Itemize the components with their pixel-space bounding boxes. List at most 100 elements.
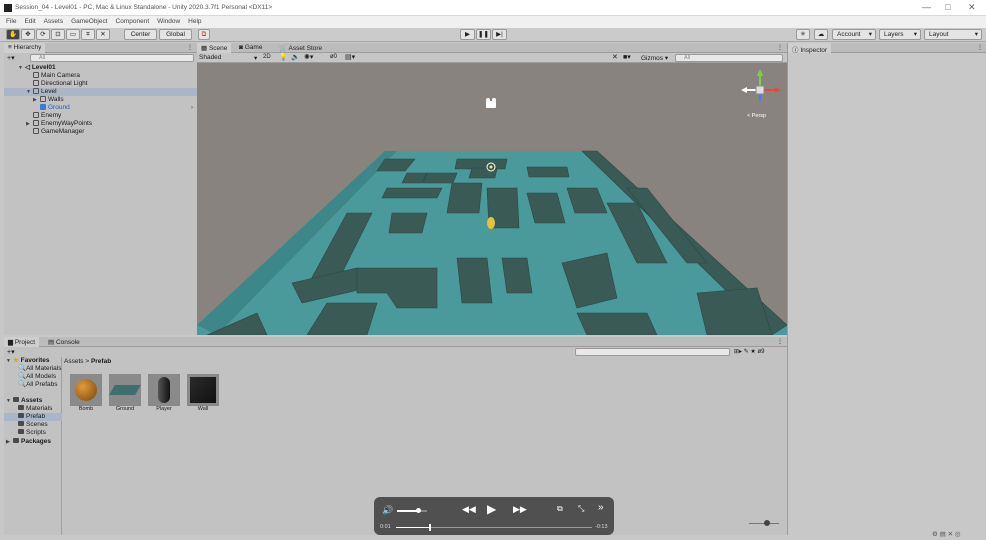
favorites-row[interactable]: ▼ ★ Favorites [6, 357, 50, 365]
hierarchy-item-level[interactable]: ▼ Level [4, 88, 197, 96]
asset-tile-wall[interactable]: Wall [187, 374, 223, 412]
cloud-button[interactable]: ☁ [814, 29, 828, 40]
panel-menu-icon[interactable]: ⋮ [777, 338, 783, 345]
effects-toggle[interactable]: ✺▾ [304, 53, 313, 61]
tab-scene[interactable]: ▦ Scene [197, 43, 232, 53]
rect-tool-button[interactable]: ▭ [66, 29, 80, 40]
tab-inspector[interactable]: ⓘ Inspector [788, 43, 832, 54]
thumbnail-size-slider-handle[interactable] [764, 520, 770, 526]
menu-component[interactable]: Component [116, 18, 150, 25]
project-create-button[interactable]: +▾ [7, 348, 15, 356]
menu-edit[interactable]: Edit [24, 18, 35, 25]
scene-tools-button[interactable]: ✕ [612, 53, 618, 61]
custom-tool-button[interactable]: ✕ [96, 29, 110, 40]
layers-dropdown[interactable]: Layers ▾ [879, 29, 921, 40]
menu-help[interactable]: Help [188, 18, 201, 25]
visibility-toggle[interactable]: ø0 [330, 54, 337, 60]
asset-tile-player[interactable]: Player [148, 374, 184, 412]
lighting-toggle[interactable]: 💡 [279, 53, 288, 61]
minimize-button[interactable]: — [922, 2, 931, 12]
tab-game[interactable]: ◙ Game [235, 43, 266, 53]
play-button[interactable]: ▶ [460, 29, 475, 40]
menu-gameobject[interactable]: GameObject [71, 18, 108, 25]
pause-button[interactable]: ❚❚ [476, 29, 491, 40]
asset-tile-ground[interactable]: Ground [109, 374, 145, 412]
asset-tile-bomb[interactable]: Bomb [70, 374, 106, 412]
create-button[interactable]: +▾ [7, 54, 15, 62]
move-tool-button[interactable]: ✥ [21, 29, 35, 40]
chevron-right-icon[interactable]: › [191, 104, 193, 112]
account-dropdown[interactable]: Account ▾ [832, 29, 876, 40]
panel-menu-icon[interactable]: ⋮ [977, 44, 983, 51]
collapse-icon[interactable]: ⤡ [578, 504, 584, 514]
volume-slider-handle[interactable] [416, 508, 421, 513]
transform-tool-button[interactable]: ⌗ [81, 29, 95, 40]
favorite-all-models[interactable]: 🔍All Models [18, 373, 56, 381]
camera-settings-button[interactable]: ▤▾ [345, 53, 355, 61]
hierarchy-search-input[interactable]: All [30, 54, 194, 62]
hierarchy-item-directional-light[interactable]: Directional Light [33, 80, 88, 88]
menu-assets[interactable]: Assets [44, 18, 64, 25]
step-button[interactable]: ▶| [492, 29, 507, 40]
breadcrumb-prefab[interactable]: Prefab [91, 358, 111, 365]
folder-scripts[interactable]: Scripts [18, 429, 46, 437]
progress-scrubber[interactable] [429, 524, 431, 531]
panel-menu-icon[interactable]: ⋮ [187, 44, 193, 51]
menu-file[interactable]: File [6, 18, 16, 25]
filter-type-icon[interactable]: ⊞▸ [734, 349, 742, 355]
tools-icon[interactable]: ✕ [948, 531, 953, 538]
snap-button[interactable]: ⧉ [198, 29, 210, 40]
play-icon[interactable]: ▶ [487, 502, 496, 516]
hierarchy-item-enemywaypoints[interactable]: ▶ EnemyWayPoints [26, 120, 92, 128]
hierarchy-item-walls[interactable]: ▶ Walls [33, 96, 64, 104]
hierarchy-item-enemy[interactable]: Enemy [33, 112, 61, 120]
hierarchy-item-main-camera[interactable]: Main Camera [33, 72, 80, 80]
scene-search-input[interactable]: All [675, 54, 783, 62]
more-icon[interactable]: » [598, 502, 604, 513]
fast-forward-icon[interactable]: ▶▶ [513, 504, 527, 515]
settings-icon[interactable]: ◎ [955, 531, 961, 538]
breadcrumb-assets[interactable]: Assets [64, 358, 84, 365]
layout-label: Layout [929, 31, 949, 38]
hierarchy-item-ground[interactable]: Ground › [40, 104, 197, 112]
space-toggle-button[interactable]: Global [159, 29, 192, 40]
list-icon[interactable]: ▤ [940, 531, 946, 538]
folder-scenes[interactable]: Scenes [18, 421, 48, 429]
picture-in-picture-icon[interactable]: ⧉ [557, 504, 563, 514]
scene-viewport[interactable]: < Persp [197, 63, 787, 335]
collab-button[interactable]: ✳ [796, 29, 810, 40]
favorite-all-prefabs[interactable]: 🔍All Prefabs [18, 381, 58, 389]
shading-mode-dropdown[interactable]: Shaded ▾ [199, 54, 259, 62]
tab-project[interactable]: ▆ Project [4, 337, 40, 347]
pivot-toggle-button[interactable]: Center [124, 29, 157, 40]
favorite-star-icon[interactable]: ★ [750, 349, 755, 355]
audio-toggle[interactable]: 🔈 [291, 53, 300, 61]
layout-dropdown[interactable]: Layout ▾ [924, 29, 982, 40]
close-button[interactable]: ✕ [968, 2, 976, 13]
tab-console[interactable]: ▤ Console [44, 337, 84, 347]
folder-prefab[interactable]: Prefab [4, 413, 62, 421]
folder-materials[interactable]: Materials [18, 405, 52, 413]
rotate-tool-button[interactable]: ⟳ [36, 29, 50, 40]
scene-root-row[interactable]: ▼ ◁ Level01 [18, 64, 197, 72]
volume-icon[interactable]: 🔊 [382, 505, 393, 516]
filter-label-icon[interactable]: ✎ [744, 349, 749, 355]
hand-tool-button[interactable]: ✋ [6, 29, 20, 40]
panel-menu-icon[interactable]: ⋮ [777, 44, 783, 51]
persp-label[interactable]: < Persp [747, 113, 766, 119]
tab-asset-store[interactable]: 🛒 Asset Store [275, 43, 326, 53]
project-search-input[interactable] [575, 348, 730, 356]
maximize-button[interactable]: □ [945, 2, 950, 12]
rewind-icon[interactable]: ◀◀ [462, 504, 476, 515]
tab-hierarchy[interactable]: ≡ Hierarchy [4, 43, 46, 53]
menu-window[interactable]: Window [157, 18, 180, 25]
hierarchy-item-gamemanager[interactable]: GameManager [33, 128, 84, 136]
scale-tool-button[interactable]: ⊡ [51, 29, 65, 40]
toggle-2d-button[interactable]: 2D [263, 54, 271, 60]
gizmos-dropdown[interactable]: Gizmos ▾ [641, 54, 668, 62]
bug-icon[interactable]: ⚙ [932, 531, 938, 538]
assets-row[interactable]: ▼ Assets [6, 397, 42, 405]
favorite-all-materials[interactable]: 🔍All Materials [18, 365, 62, 373]
render-mode-button[interactable]: ■▾ [623, 53, 631, 61]
packages-row[interactable]: ▶ Packages [6, 438, 51, 446]
